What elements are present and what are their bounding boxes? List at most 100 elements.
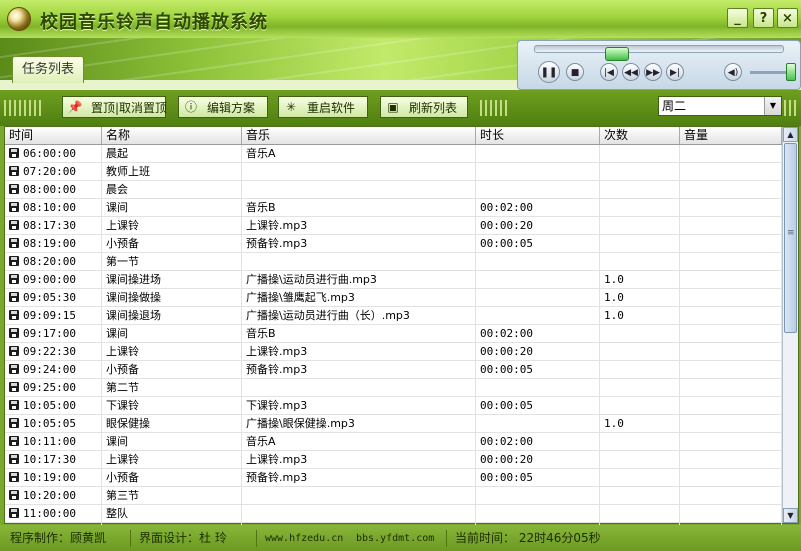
pin-toggle-button[interactable]: 📌 置顶|取消置顶: [62, 96, 168, 118]
refresh-list-button[interactable]: ▣ 刷新列表: [380, 96, 468, 118]
cell-music: 上课铃.mp3: [242, 343, 476, 360]
table-row[interactable]: 09:00:00 课间操进场 广播操\运动员进行曲.mp3 1.0: [5, 271, 782, 289]
table-row[interactable]: 10:05:05 眼保健操 广播操\眼保健操.mp3 1.0: [5, 415, 782, 433]
author-credit: 程序制作：顾黄凯: [10, 531, 107, 545]
volume-knob[interactable]: [786, 63, 796, 81]
table-row[interactable]: 10:20:00 第三节: [5, 487, 782, 505]
table-row[interactable]: 06:00:00 晨起 音乐A: [5, 145, 782, 163]
chevron-down-icon[interactable]: ▼: [764, 97, 781, 115]
forward-icon[interactable]: ▶▶: [644, 63, 662, 81]
cell-time: 11:00:00: [5, 505, 102, 522]
column-header-duration[interactable]: 时长: [476, 127, 600, 144]
status-bar: 程序制作：顾黄凯 界面设计：杜 玲 www.hfzedu.cn bbs.yfdm…: [0, 525, 801, 551]
forum-link[interactable]: bbs.yfdmt.com: [356, 530, 434, 547]
cell-duration: [476, 271, 600, 288]
help-button[interactable]: ?: [753, 8, 774, 28]
stop-icon[interactable]: ■: [566, 63, 584, 81]
cell-duration: 00:00:05: [476, 397, 600, 414]
column-header-music[interactable]: 音乐: [242, 127, 476, 144]
cell-music: 预备铃.mp3: [242, 235, 476, 252]
edit-plan-button[interactable]: ⓘ 编辑方案: [178, 96, 268, 118]
table-row[interactable]: 10:17:30 上课铃 上课铃.mp3 00:00:20: [5, 451, 782, 469]
scroll-down-icon[interactable]: ▼: [783, 508, 798, 523]
cell-count: [600, 505, 680, 522]
cell-volume: [680, 469, 782, 486]
refresh-list-label: 刷新列表: [409, 101, 458, 115]
column-header-time[interactable]: 时间: [5, 127, 102, 144]
cell-duration: [476, 145, 600, 162]
prev-icon[interactable]: |◀: [600, 63, 618, 81]
rewind-icon[interactable]: ◀◀: [622, 63, 640, 81]
cell-volume: [680, 343, 782, 360]
cell-name: 小预备: [102, 361, 242, 378]
table-row[interactable]: 08:10:00 课间 音乐B 00:02:00: [5, 199, 782, 217]
pin-toggle-label: 置顶|取消置顶: [91, 101, 168, 115]
day-select[interactable]: 周二 ▼: [658, 96, 782, 116]
close-button[interactable]: ×: [777, 8, 798, 28]
column-header-volume[interactable]: 音量: [680, 127, 782, 144]
cell-count: [600, 235, 680, 252]
pause-icon[interactable]: ❚❚: [538, 61, 560, 83]
title-bar[interactable]: 校园音乐铃声自动播放系统 _ ? ×: [0, 0, 801, 38]
edit-icon: ⓘ: [184, 100, 197, 114]
cell-name: 课间操退场: [102, 307, 242, 324]
table-row[interactable]: 09:17:00 课间 音乐B 00:02:00: [5, 325, 782, 343]
seek-knob[interactable]: [605, 47, 629, 61]
table-row[interactable]: 10:11:00 课间 音乐A 00:02:00: [5, 433, 782, 451]
cell-duration: 00:00:05: [476, 235, 600, 252]
table-row[interactable]: 09:24:00 小预备 预备铃.mp3 00:00:05: [5, 361, 782, 379]
table-row[interactable]: 10:05:00 下课铃 下课铃.mp3 00:00:05: [5, 397, 782, 415]
edit-plan-label: 编辑方案: [207, 101, 256, 115]
cell-count: 1.0: [600, 289, 680, 306]
seek-bar[interactable]: [534, 45, 784, 61]
cell-volume: [680, 451, 782, 468]
column-header-count[interactable]: 次数: [600, 127, 680, 144]
cell-name: 教师上班: [102, 163, 242, 180]
cell-time: 10:19:00: [5, 469, 102, 486]
cell-count: [600, 469, 680, 486]
table-row[interactable]: 10:19:00 小预备 预备铃.mp3 00:00:05: [5, 469, 782, 487]
media-player: ❚❚ ■ |◀ ◀◀ ▶▶ ▶| ◀): [517, 40, 801, 90]
table-row[interactable]: 08:19:00 小预备 预备铃.mp3 00:00:05: [5, 235, 782, 253]
restart-icon: ✳: [285, 100, 297, 114]
cell-time: 10:05:05: [5, 415, 102, 432]
vertical-scrollbar[interactable]: ▲ ▼: [782, 127, 798, 523]
tab-task-list[interactable]: 任务列表: [12, 56, 84, 83]
website-link[interactable]: www.hfzedu.cn: [256, 530, 343, 547]
cell-name: 小预备: [102, 469, 242, 486]
scroll-thumb[interactable]: [784, 143, 797, 333]
table-row[interactable]: 09:22:30 上课铃 上课铃.mp3 00:00:20: [5, 343, 782, 361]
cell-count: [600, 379, 680, 396]
table-row[interactable]: 08:00:00 晨会: [5, 181, 782, 199]
cell-duration: 00:00:20: [476, 343, 600, 360]
restart-button[interactable]: ✳ 重启软件: [278, 96, 368, 118]
volume-icon[interactable]: ◀): [724, 63, 742, 81]
cell-music: [242, 505, 476, 522]
table-row[interactable]: 09:05:30 课间操做操 广播操\雏鹰起飞.mp3 1.0: [5, 289, 782, 307]
cell-time: 10:17:30: [5, 451, 102, 468]
task-table: 时间 名称 音乐 时长 次数 音量 06:00:00 晨起 音乐A 07:20:00 教…: [4, 126, 799, 541]
next-icon[interactable]: ▶|: [666, 63, 684, 81]
table-row[interactable]: 08:20:00 第一节: [5, 253, 782, 271]
cell-duration: [476, 379, 600, 396]
table-row[interactable]: 07:20:00 教师上班: [5, 163, 782, 181]
scroll-up-icon[interactable]: ▲: [783, 127, 798, 142]
cell-time: 09:24:00: [5, 361, 102, 378]
minimize-button[interactable]: _: [727, 8, 748, 28]
cell-count: [600, 361, 680, 378]
cell-name: 下课铃: [102, 397, 242, 414]
table-row[interactable]: 09:25:00 第二节: [5, 379, 782, 397]
volume-track[interactable]: [750, 71, 790, 74]
table-row[interactable]: 11:00:00 整队: [5, 505, 782, 523]
cell-duration: 00:00:05: [476, 361, 600, 378]
column-header-name[interactable]: 名称: [102, 127, 242, 144]
table-row[interactable]: 08:17:30 上课铃 上课铃.mp3 00:00:20: [5, 217, 782, 235]
cell-duration: 00:02:00: [476, 433, 600, 450]
cell-name: 第一节: [102, 253, 242, 270]
cell-music: 广播操\运动员进行曲.mp3: [242, 271, 476, 288]
cell-music: 广播操\雏鹰起飞.mp3: [242, 289, 476, 306]
cell-count: [600, 253, 680, 270]
table-row[interactable]: 09:09:15 课间操退场 广播操\运动员进行曲（长）.mp3 1.0: [5, 307, 782, 325]
toolbar: 📌 置顶|取消置顶 ⓘ 编辑方案 ✳ 重启软件 ▣ 刷新列表 周二 ▼: [0, 90, 801, 126]
equalizer-decoration-icon: [480, 100, 510, 116]
